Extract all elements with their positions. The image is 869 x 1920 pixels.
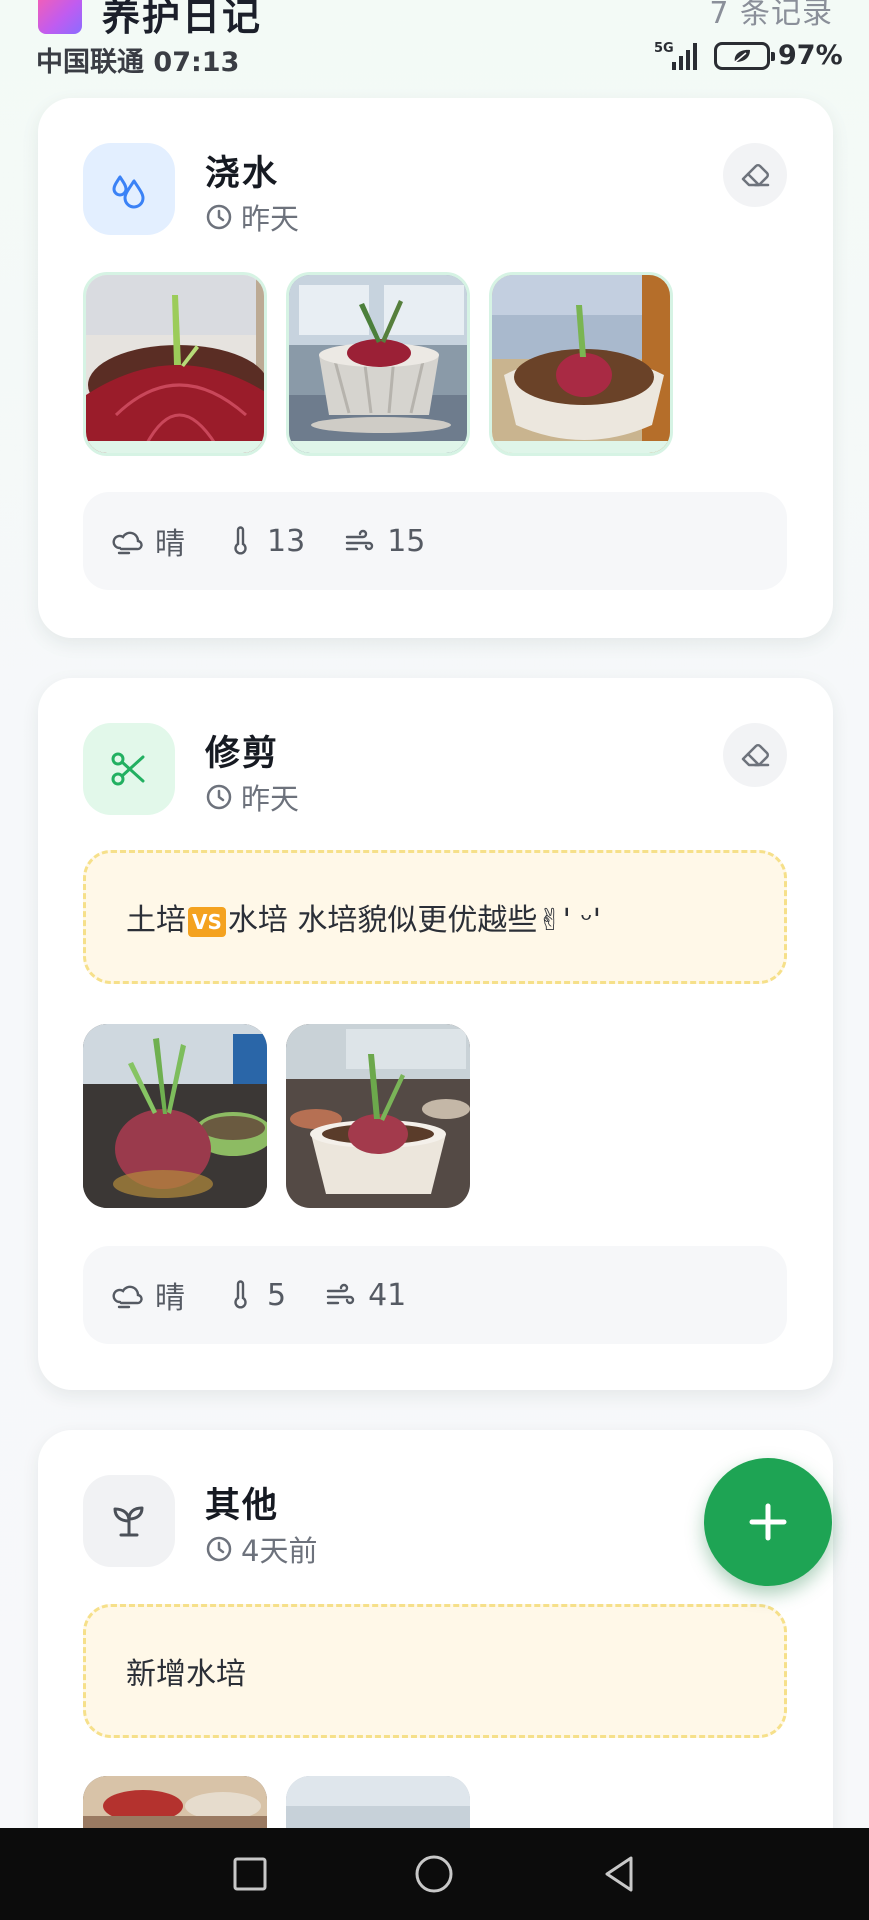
note-text-after: 水培 水培貌似更优越些✌' ᵕ': [227, 903, 602, 938]
back-button-icon[interactable]: [595, 1850, 643, 1898]
clock: 07:13: [153, 47, 240, 78]
delete-record-button[interactable]: [723, 143, 787, 207]
card-time-label: 昨天: [241, 202, 300, 236]
card-title: 修剪: [205, 734, 280, 774]
plus-icon: [749, 1503, 787, 1541]
photo-strip: [83, 1024, 470, 1208]
wind-icon: [326, 1283, 355, 1305]
card-icon-box: [83, 1475, 175, 1567]
note-box: 新增水培: [83, 1604, 787, 1738]
weather-condition-label: 晴: [155, 527, 185, 562]
network-label: 5G: [654, 41, 674, 56]
battery-percent: 97%: [778, 40, 843, 71]
carrier-time: 中国联通 07:13: [36, 40, 239, 79]
record-count: 7 条记录: [709, 0, 833, 31]
clock-icon: [206, 204, 232, 230]
onion-pot-photo: [286, 1024, 470, 1208]
system-nav-bar: [0, 1828, 869, 1920]
home-button-icon[interactable]: [410, 1850, 458, 1898]
onion-closeup-photo: [86, 275, 264, 453]
cloud-sun-icon: [112, 531, 143, 555]
note-text: 土培 VS 水培 水培貌似更优越些✌' ᵕ': [126, 895, 601, 939]
onion-bowl-photo: [492, 275, 670, 453]
card-timestamp: 昨天: [205, 196, 299, 238]
delete-record-button[interactable]: [723, 723, 787, 787]
eraser-icon: [741, 164, 770, 187]
app-header: 养护日记 7 条记录: [0, 0, 869, 40]
temperature-value: 5: [267, 1277, 287, 1313]
care-card-watering[interactable]: 浇水 昨天 晴 13 15: [38, 98, 833, 638]
card-timestamp: 昨天: [205, 776, 299, 818]
signal-icon: 5G: [654, 41, 697, 70]
weather-panel: 晴 13 15: [83, 492, 787, 590]
clock-icon: [206, 784, 232, 810]
photo-thumbnail[interactable]: [83, 272, 267, 456]
weather-wind: 15: [343, 524, 425, 559]
weather-temperature: 5: [223, 1278, 286, 1313]
scissors-icon: [111, 752, 145, 786]
note-box: 土培 VS 水培 水培貌似更优越些✌' ᵕ': [83, 850, 787, 984]
weather-condition: 晴: [111, 1273, 185, 1317]
note-text: 新增水培: [126, 1657, 246, 1692]
photo-strip: [83, 272, 673, 456]
sprout-icon: [113, 1506, 144, 1537]
app-logo: [38, 0, 82, 34]
add-record-button[interactable]: [704, 1458, 832, 1586]
weather-panel: 晴 5 41: [83, 1246, 787, 1344]
card-icon-box: [83, 143, 175, 235]
wind-value: 41: [368, 1277, 407, 1313]
recents-button-icon[interactable]: [226, 1850, 274, 1898]
thermometer-icon: [234, 526, 247, 555]
card-title: 浇水: [205, 154, 280, 194]
care-card-pruning[interactable]: 修剪 昨天 土培 VS 水培 水培貌似更优越些✌' ᵕ' 晴 5 41: [38, 678, 833, 1390]
water-drop-icon: [112, 175, 145, 209]
photo-thumbnail[interactable]: [489, 272, 673, 456]
card-time-label: 4天前: [241, 1534, 318, 1568]
photo-thumbnail[interactable]: [286, 1024, 470, 1208]
weather-temperature: 13: [223, 524, 305, 559]
status-bar: 中国联通 07:13 5G 97%: [0, 38, 869, 79]
onion-windowsill-photo: [289, 275, 467, 453]
vs-badge: VS: [188, 906, 226, 937]
card-title: 其他: [205, 1486, 280, 1526]
weather-wind: 41: [324, 1278, 406, 1313]
temperature-value: 13: [267, 523, 306, 559]
cloud-sun-icon: [112, 1285, 143, 1309]
eraser-icon: [741, 744, 770, 767]
clock-icon: [206, 1536, 232, 1562]
note-text-before: 土培: [126, 903, 186, 938]
card-icon-box: [83, 723, 175, 815]
battery-icon: [714, 42, 775, 70]
onion-hydroponic-photo: [83, 1024, 267, 1208]
thermometer-icon: [234, 1280, 247, 1309]
photo-thumbnail[interactable]: [83, 1024, 267, 1208]
carrier-name: 中国联通: [36, 47, 144, 78]
page-title: 养护日记: [102, 0, 263, 39]
card-time-label: 昨天: [241, 782, 300, 816]
wind-value: 15: [387, 523, 426, 559]
weather-condition-label: 晴: [155, 1281, 185, 1316]
wind-icon: [345, 529, 374, 551]
card-timestamp: 4天前: [205, 1528, 317, 1570]
weather-condition: 晴: [111, 519, 185, 563]
photo-thumbnail[interactable]: [286, 272, 470, 456]
